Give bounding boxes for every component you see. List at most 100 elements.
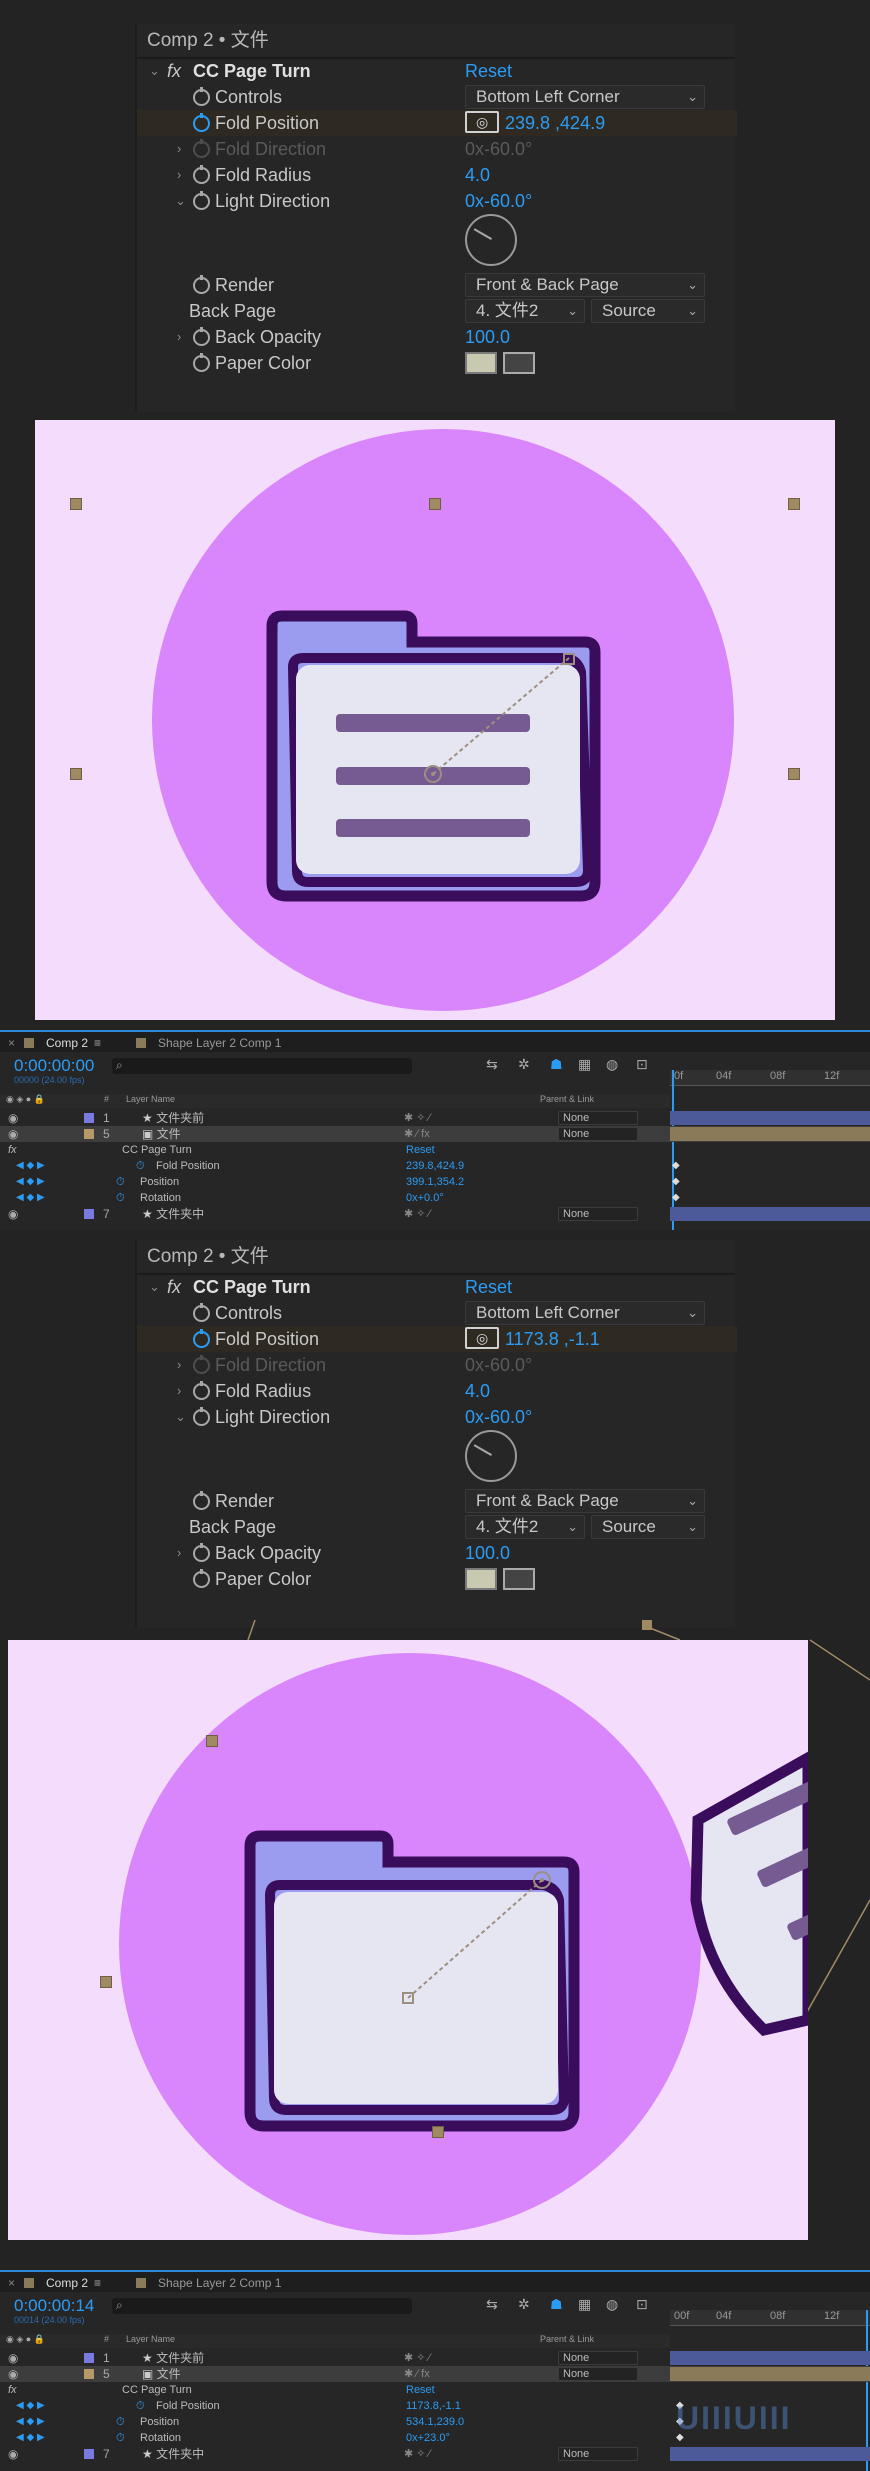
angle-dial[interactable] (465, 1430, 517, 1482)
visibility-icon[interactable]: ◉ ◈ ● 🔒 (6, 2334, 45, 2345)
shy-icon[interactable]: ☗ (550, 2296, 563, 2313)
controls-dropdown[interactable]: Bottom Left Corner ⌄ (465, 1301, 705, 1325)
stopwatch-icon[interactable] (193, 1407, 210, 1426)
parent-dropdown[interactable]: None (558, 2351, 638, 2365)
layer-duration-bar[interactable] (670, 2351, 870, 2365)
label-color[interactable] (84, 1129, 94, 1139)
stopwatch-icon[interactable] (193, 1381, 210, 1400)
layer-duration-bar[interactable] (670, 2447, 870, 2461)
layer-bound-handle[interactable] (788, 768, 800, 780)
parent-dropdown[interactable]: None (558, 2447, 638, 2461)
effect-row[interactable]: ⌄ fx CC Page Turn Reset (137, 1274, 737, 1300)
render-dropdown[interactable]: Front & Back Page ⌄ (465, 1489, 705, 1513)
search-input[interactable]: ⌕ (112, 2298, 412, 2314)
layer-row[interactable]: ◉ 7 ★ 文件夹中 ✱ ✧ ∕ None (0, 1206, 870, 1222)
layer-bound-handle[interactable] (100, 1976, 112, 1988)
close-icon[interactable]: × (8, 2274, 15, 2292)
target-icon[interactable] (465, 109, 499, 135)
expand-arrow-icon[interactable]: › (177, 1540, 181, 1566)
keyframe-nav-icon[interactable]: ◀ ◆ ▶ (16, 2398, 45, 2414)
layer-bound-handle[interactable] (70, 498, 82, 510)
layer-bound-handle[interactable] (429, 498, 441, 510)
parent-dropdown[interactable]: None (558, 1207, 638, 1221)
tab-shape-layer[interactable]: Shape Layer 2 Comp 1 (158, 2274, 281, 2292)
back-page-layer-dropdown[interactable]: 4. 文件2 ⌄ (465, 1515, 585, 1539)
stopwatch-icon[interactable] (193, 353, 210, 372)
layer-row[interactable]: ◉ 7 ★ 文件夹中 ✱ ✧ ∕ None (0, 2446, 870, 2462)
target-icon[interactable] (465, 1325, 499, 1351)
back-page-layer-dropdown[interactable]: 4. 文件2 ⌄ (465, 299, 585, 323)
effect-reset-link[interactable]: Reset (406, 2382, 435, 2398)
motion-blur-icon[interactable]: ◍ (606, 2296, 618, 2313)
keyframe-nav-icon[interactable]: ◀ ◆ ▶ (16, 1190, 45, 1206)
keyframe-icon[interactable]: ◆ (672, 1174, 680, 1190)
fold-radius-value[interactable]: 4.0 (465, 162, 490, 188)
eye-icon[interactable]: ◉ (8, 2350, 18, 2366)
time-ruler[interactable]: 0f 04f 08f 12f (670, 1070, 870, 1086)
fold-direction-value[interactable]: 0x-60.0° (465, 1352, 532, 1378)
layer-duration-bar[interactable] (670, 1207, 870, 1221)
fx-icon[interactable]: fx (167, 1274, 181, 1300)
back-opacity-value[interactable]: 100.0 (465, 1540, 510, 1566)
layer-row[interactable]: ◉ 1 ★ 文件夹前 ✱ ✧ ∕ None (0, 2350, 870, 2366)
expand-arrow-icon[interactable]: ⌄ (149, 1274, 160, 1300)
reset-link[interactable]: Reset (465, 58, 512, 84)
composition-viewer[interactable] (35, 420, 835, 1020)
stopwatch-icon[interactable]: ⏱ (116, 2430, 125, 2446)
controls-dropdown[interactable]: Bottom Left Corner ⌄ (465, 85, 705, 109)
expand-arrow-icon[interactable]: › (177, 324, 181, 350)
eye-icon[interactable]: ◉ (8, 1126, 18, 1142)
composition-viewer[interactable] (8, 1640, 808, 2240)
effect-row[interactable]: fx CC Page Turn Reset (0, 2382, 870, 2398)
stopwatch-icon[interactable] (193, 165, 210, 184)
composition-mini-flowchart-icon[interactable]: ⇆ (486, 1056, 498, 1073)
eye-icon[interactable]: ◉ (8, 2446, 18, 2462)
expand-arrow-icon[interactable]: › (177, 162, 181, 188)
keyframe-icon[interactable]: ◆ (672, 1158, 680, 1174)
menu-icon[interactable]: ≡ (94, 1034, 101, 1052)
tab-comp-2[interactable]: Comp 2 (46, 1034, 88, 1052)
layer-duration-bar[interactable] (670, 1127, 870, 1141)
label-color[interactable] (84, 1209, 94, 1219)
effect-row[interactable]: fx CC Page Turn Reset (0, 1142, 870, 1158)
layer-row-selected[interactable]: ◉ 5 ▣ 文件 ✱ ∕ fx None (0, 2366, 870, 2382)
light-direction-value[interactable]: 0x-60.0° (465, 1404, 532, 1430)
keyframe-icon[interactable]: ◆ (672, 1190, 680, 1206)
menu-icon[interactable]: ≡ (94, 2274, 101, 2292)
parent-dropdown[interactable]: None (558, 1127, 638, 1141)
draft-3d-icon[interactable]: ✲ (518, 1056, 530, 1073)
layer-switches[interactable]: ✱ ∕ fx (404, 2366, 430, 2382)
angle-dial[interactable] (465, 214, 517, 266)
expand-arrow-icon[interactable]: › (177, 1378, 181, 1404)
graph-editor-icon[interactable]: ⊡ (636, 1056, 648, 1073)
frame-blending-icon[interactable]: ▦ (578, 1056, 591, 1073)
keyframe-nav-icon[interactable]: ◀ ◆ ▶ (16, 2414, 45, 2430)
fold-position-value[interactable]: 1173.8 ,-1.1 (465, 1325, 600, 1352)
tab-comp-2[interactable]: Comp 2 (46, 2274, 88, 2292)
paper-color-swatch[interactable] (465, 1568, 497, 1590)
render-dropdown[interactable]: Front & Back Page ⌄ (465, 273, 705, 297)
layer-switches[interactable]: ✱ ✧ ∕ (404, 2446, 430, 2462)
stopwatch-icon[interactable] (193, 1303, 210, 1322)
layer-switches[interactable]: ✱ ✧ ∕ (404, 2350, 430, 2366)
graph-editor-icon[interactable]: ⊡ (636, 2296, 648, 2313)
fx-icon[interactable]: fx (167, 58, 181, 84)
layer-row-selected[interactable]: ◉ 5 ▣ 文件 ✱ ∕ fx None (0, 1126, 870, 1142)
expand-arrow-icon[interactable]: ⌄ (175, 188, 186, 214)
layer-row[interactable]: ◉ 1 ★ 文件夹前 ✱ ✧ ∕ None (0, 1110, 870, 1126)
fold-position-value[interactable]: 239.8 ,424.9 (465, 109, 605, 136)
layer-duration-bar[interactable] (670, 1111, 870, 1125)
expand-arrow-icon[interactable]: ⌄ (149, 58, 160, 84)
time-ruler[interactable]: 00f 04f 08f 12f (670, 2310, 870, 2326)
back-page-source-dropdown[interactable]: Source ⌄ (591, 1515, 705, 1539)
label-color[interactable] (84, 2369, 94, 2379)
stopwatch-icon[interactable]: ⏱ (116, 1174, 125, 1190)
effect-row[interactable]: ⌄ fx CC Page Turn Reset (137, 58, 737, 84)
layer-bound-handle[interactable] (432, 2126, 444, 2138)
layer-bound-handle[interactable] (788, 498, 800, 510)
stopwatch-icon[interactable] (193, 1543, 210, 1562)
paper-color-swatch[interactable] (465, 352, 497, 374)
stopwatch-icon[interactable] (193, 1491, 210, 1510)
layer-duration-bar[interactable] (670, 2367, 870, 2381)
light-direction-value[interactable]: 0x-60.0° (465, 188, 532, 214)
